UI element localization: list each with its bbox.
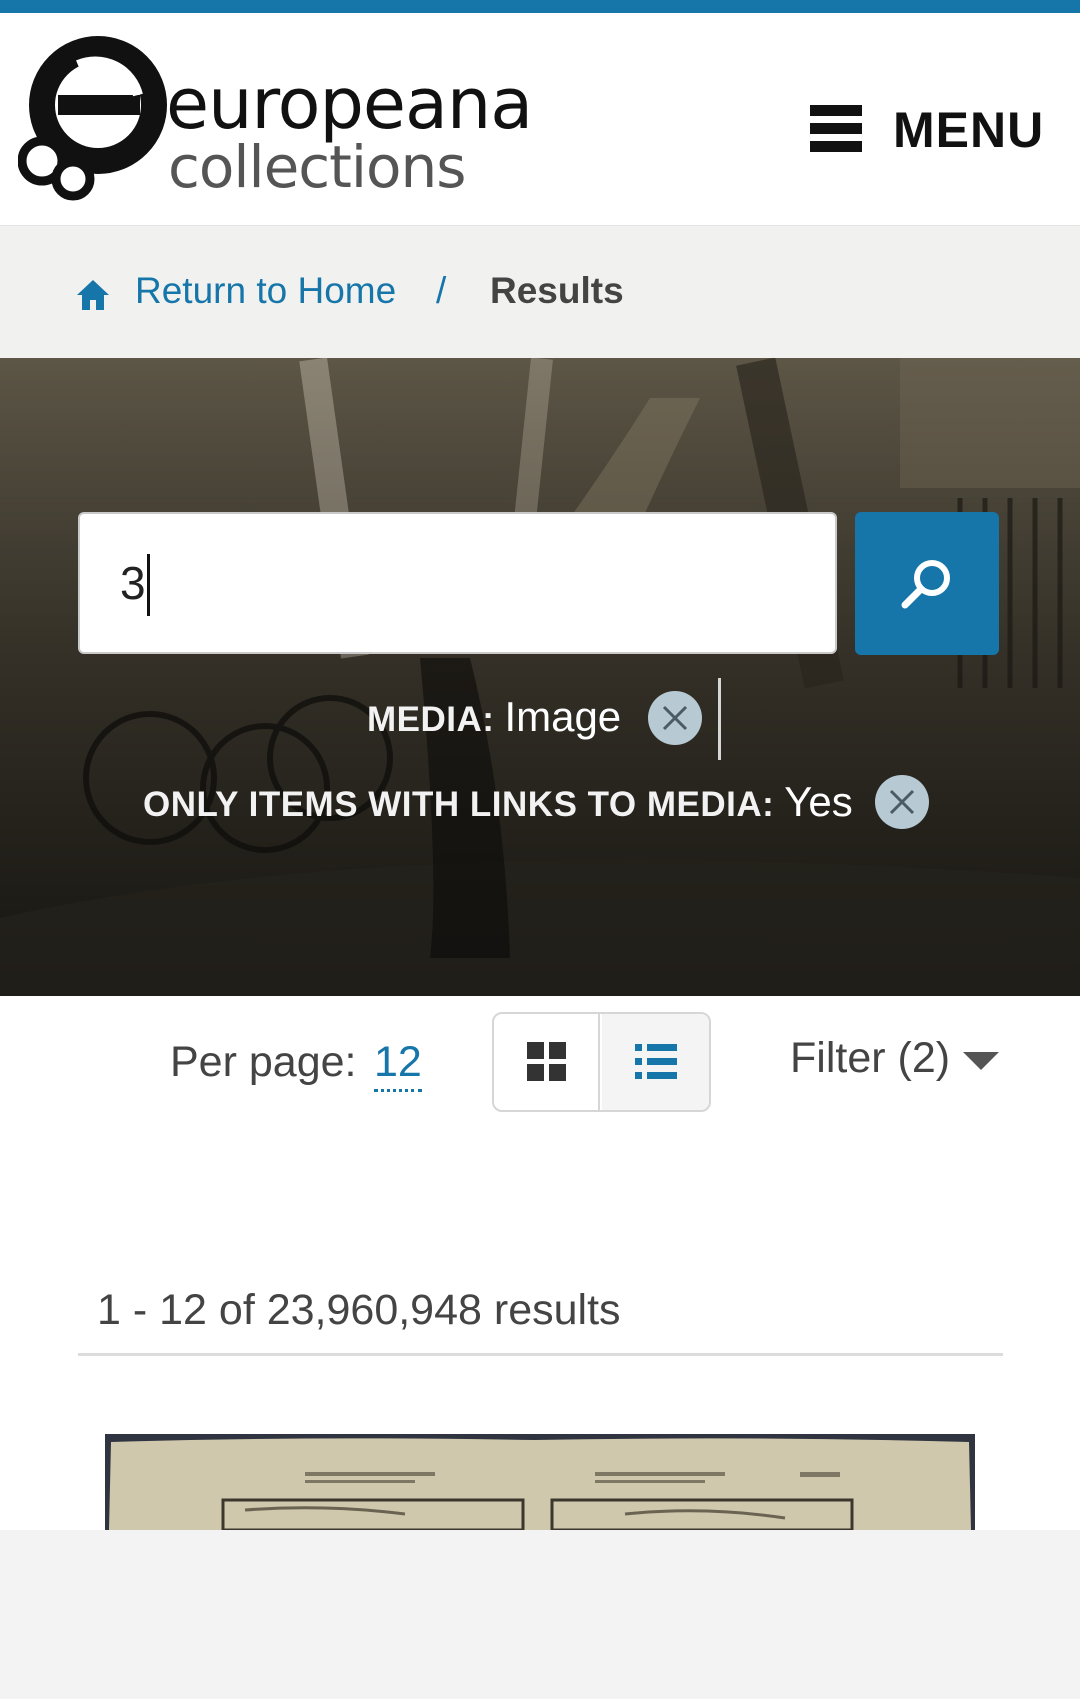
close-icon [662, 705, 688, 731]
per-page-label: Per page: [170, 1038, 357, 1086]
text-cursor [147, 554, 150, 616]
menu-label: MENU [893, 102, 1045, 158]
grid-view-icon [527, 1042, 566, 1081]
search-hero: MEDIA:Image ONLY ITEMS WITH LINKS TO MED… [0, 358, 1080, 996]
europeana-logo[interactable]: europeana collections [17, 35, 538, 215]
grid-view-button[interactable] [494, 1014, 600, 1110]
europeana-logo-mark [17, 36, 167, 201]
facet-key: ONLY ITEMS WITH LINKS TO MEDIA: [143, 785, 775, 824]
breadcrumb-current: Results [490, 270, 624, 311]
remove-facet-media-button[interactable] [648, 691, 702, 745]
site-header: europeana collections MENU [0, 13, 1080, 226]
facet-chip-media: MEDIA: Image [367, 693, 621, 741]
caret-down-icon[interactable] [963, 1052, 999, 1070]
breadcrumb-separator: / [436, 270, 447, 311]
results-count: 1 - 12 of 23,960,948 results [97, 1286, 621, 1334]
hamburger-icon [810, 105, 862, 153]
facet-key: MEDIA: [367, 700, 495, 739]
home-icon[interactable] [75, 277, 111, 313]
facet-value: Image [504, 693, 622, 740]
results-divider [78, 1353, 1003, 1356]
filter-toggle[interactable]: Filter (2) [790, 1034, 950, 1083]
breadcrumb: Return to Home / Results [0, 226, 1080, 358]
facet-divider [718, 678, 721, 760]
results-area: Per page: 12 Filter (2) 1 - 12 of 23,960… [0, 996, 1080, 1530]
hero-background-image [0, 358, 1080, 996]
search-input[interactable] [78, 512, 837, 654]
search-icon [901, 560, 950, 609]
view-toggle [492, 1012, 711, 1112]
top-accent-bar [0, 0, 1080, 13]
search-button[interactable] [855, 512, 999, 655]
list-view-button[interactable] [602, 1014, 709, 1110]
remove-facet-links-button[interactable] [875, 775, 929, 829]
menu-button[interactable]: MENU [808, 101, 1048, 165]
breadcrumb-home-link[interactable]: Return to Home [135, 270, 396, 312]
list-view-icon [635, 1044, 677, 1079]
close-icon [889, 789, 915, 815]
result-image [105, 1434, 975, 1530]
facet-chip-links-to-media: ONLY ITEMS WITH LINKS TO MEDIA: Yes [143, 778, 853, 826]
facet-value: Yes [784, 778, 853, 825]
per-page-select[interactable]: 12 [374, 1038, 422, 1092]
logo-subtitle: collections [168, 133, 466, 201]
result-thumbnail[interactable] [105, 1434, 975, 1530]
